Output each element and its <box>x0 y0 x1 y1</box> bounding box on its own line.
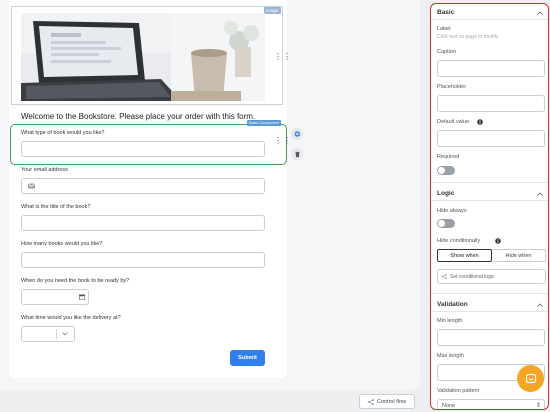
properties-panel: Basic Label Click text on page to modify… <box>430 3 549 410</box>
control-flow-label: Control flow <box>376 398 407 405</box>
mail-icon <box>28 183 35 189</box>
info-icon[interactable] <box>477 119 483 125</box>
info-icon[interactable] <box>495 238 501 244</box>
field-label-email: Your email address <box>21 167 68 173</box>
flow-icon <box>442 274 447 279</box>
book-title-input[interactable] <box>21 215 265 231</box>
field-label-quantity: How many books would you like? <box>21 241 103 247</box>
set-conditional-logic-button[interactable]: Set conditional logic <box>437 269 546 284</box>
laptop-photo <box>21 13 265 101</box>
settings-button[interactable] <box>291 128 303 140</box>
field-label-ready-date: When do you need the book to be ready by… <box>21 278 130 284</box>
default-value-label: Default value <box>437 119 470 125</box>
chat-icon <box>525 373 536 383</box>
logic-section-title[interactable]: Logic <box>437 190 454 197</box>
chevron-down-icon <box>62 332 68 336</box>
divider <box>431 311 548 312</box>
chat-button[interactable] <box>517 365 544 392</box>
validation-pattern-label: Validation pattern <box>437 388 480 394</box>
welcome-text: Welcome to the Bookstore. Please place y… <box>21 112 256 121</box>
selected-component-tag: Basic Component <box>247 120 281 126</box>
gear-icon <box>294 131 301 137</box>
placeholder-input[interactable] <box>437 95 545 112</box>
ready-date-picker[interactable] <box>21 289 89 305</box>
min-length-input[interactable] <box>437 329 545 346</box>
hide-conditionally-label: Hide conditionally <box>437 238 481 244</box>
hide-always-label: Hide always <box>437 208 467 214</box>
submit-button[interactable]: Submit <box>230 350 265 366</box>
hide-when-button[interactable]: Hide when <box>492 249 546 262</box>
flow-icon <box>368 398 374 405</box>
required-toggle[interactable] <box>437 166 455 175</box>
label-hint: Click text on page to modify <box>437 34 499 40</box>
validation-pattern-select[interactable]: None ⇕ <box>437 399 545 409</box>
control-flow-button[interactable]: Control flow <box>359 394 415 409</box>
field-label-delivery-time: What time would you like the delivery at… <box>21 315 121 321</box>
validation-pattern-value: None <box>442 403 456 409</box>
chevron-up-icon[interactable] <box>537 192 543 196</box>
divider <box>431 182 548 183</box>
default-value-input[interactable] <box>437 130 545 147</box>
divider <box>431 200 548 201</box>
quantity-input[interactable] <box>21 252 265 268</box>
required-label: Required <box>437 154 460 160</box>
divider <box>431 19 548 20</box>
chevron-up-icon[interactable] <box>537 303 543 307</box>
delivery-time-select[interactable] <box>21 326 75 342</box>
trash-icon <box>294 151 300 157</box>
basic-section-title[interactable]: Basic <box>437 9 454 16</box>
drag-handle-icon[interactable]: ⋮⋮ <box>274 53 291 65</box>
book-type-input[interactable] <box>21 141 265 157</box>
chevron-updown-icon: ⇕ <box>536 403 542 409</box>
max-length-label: Max length <box>437 353 464 359</box>
field-label-book-title: What is the title of the book? <box>21 204 91 210</box>
calendar-icon <box>79 294 85 300</box>
label-title: Label <box>437 26 451 32</box>
validation-section-title[interactable]: Validation <box>437 301 468 308</box>
email-input[interactable] <box>21 178 265 194</box>
drag-handle-icon[interactable]: ⋮⋮ <box>274 137 291 149</box>
show-when-button[interactable]: Show when <box>437 249 492 262</box>
delete-button[interactable] <box>291 148 303 160</box>
divider <box>431 293 548 294</box>
chevron-up-icon[interactable] <box>537 11 543 15</box>
min-length-label: Min length <box>437 318 463 324</box>
field-label-book-type: What type of book would you like? <box>21 130 105 136</box>
caption-label: Caption <box>437 49 456 55</box>
set-conditional-logic-label: Set conditional logic <box>450 273 495 280</box>
hide-always-toggle[interactable] <box>437 219 455 228</box>
image-block-tag: Image <box>264 7 281 14</box>
caption-input[interactable] <box>437 60 545 77</box>
placeholder-label: Placeholder <box>437 84 467 90</box>
